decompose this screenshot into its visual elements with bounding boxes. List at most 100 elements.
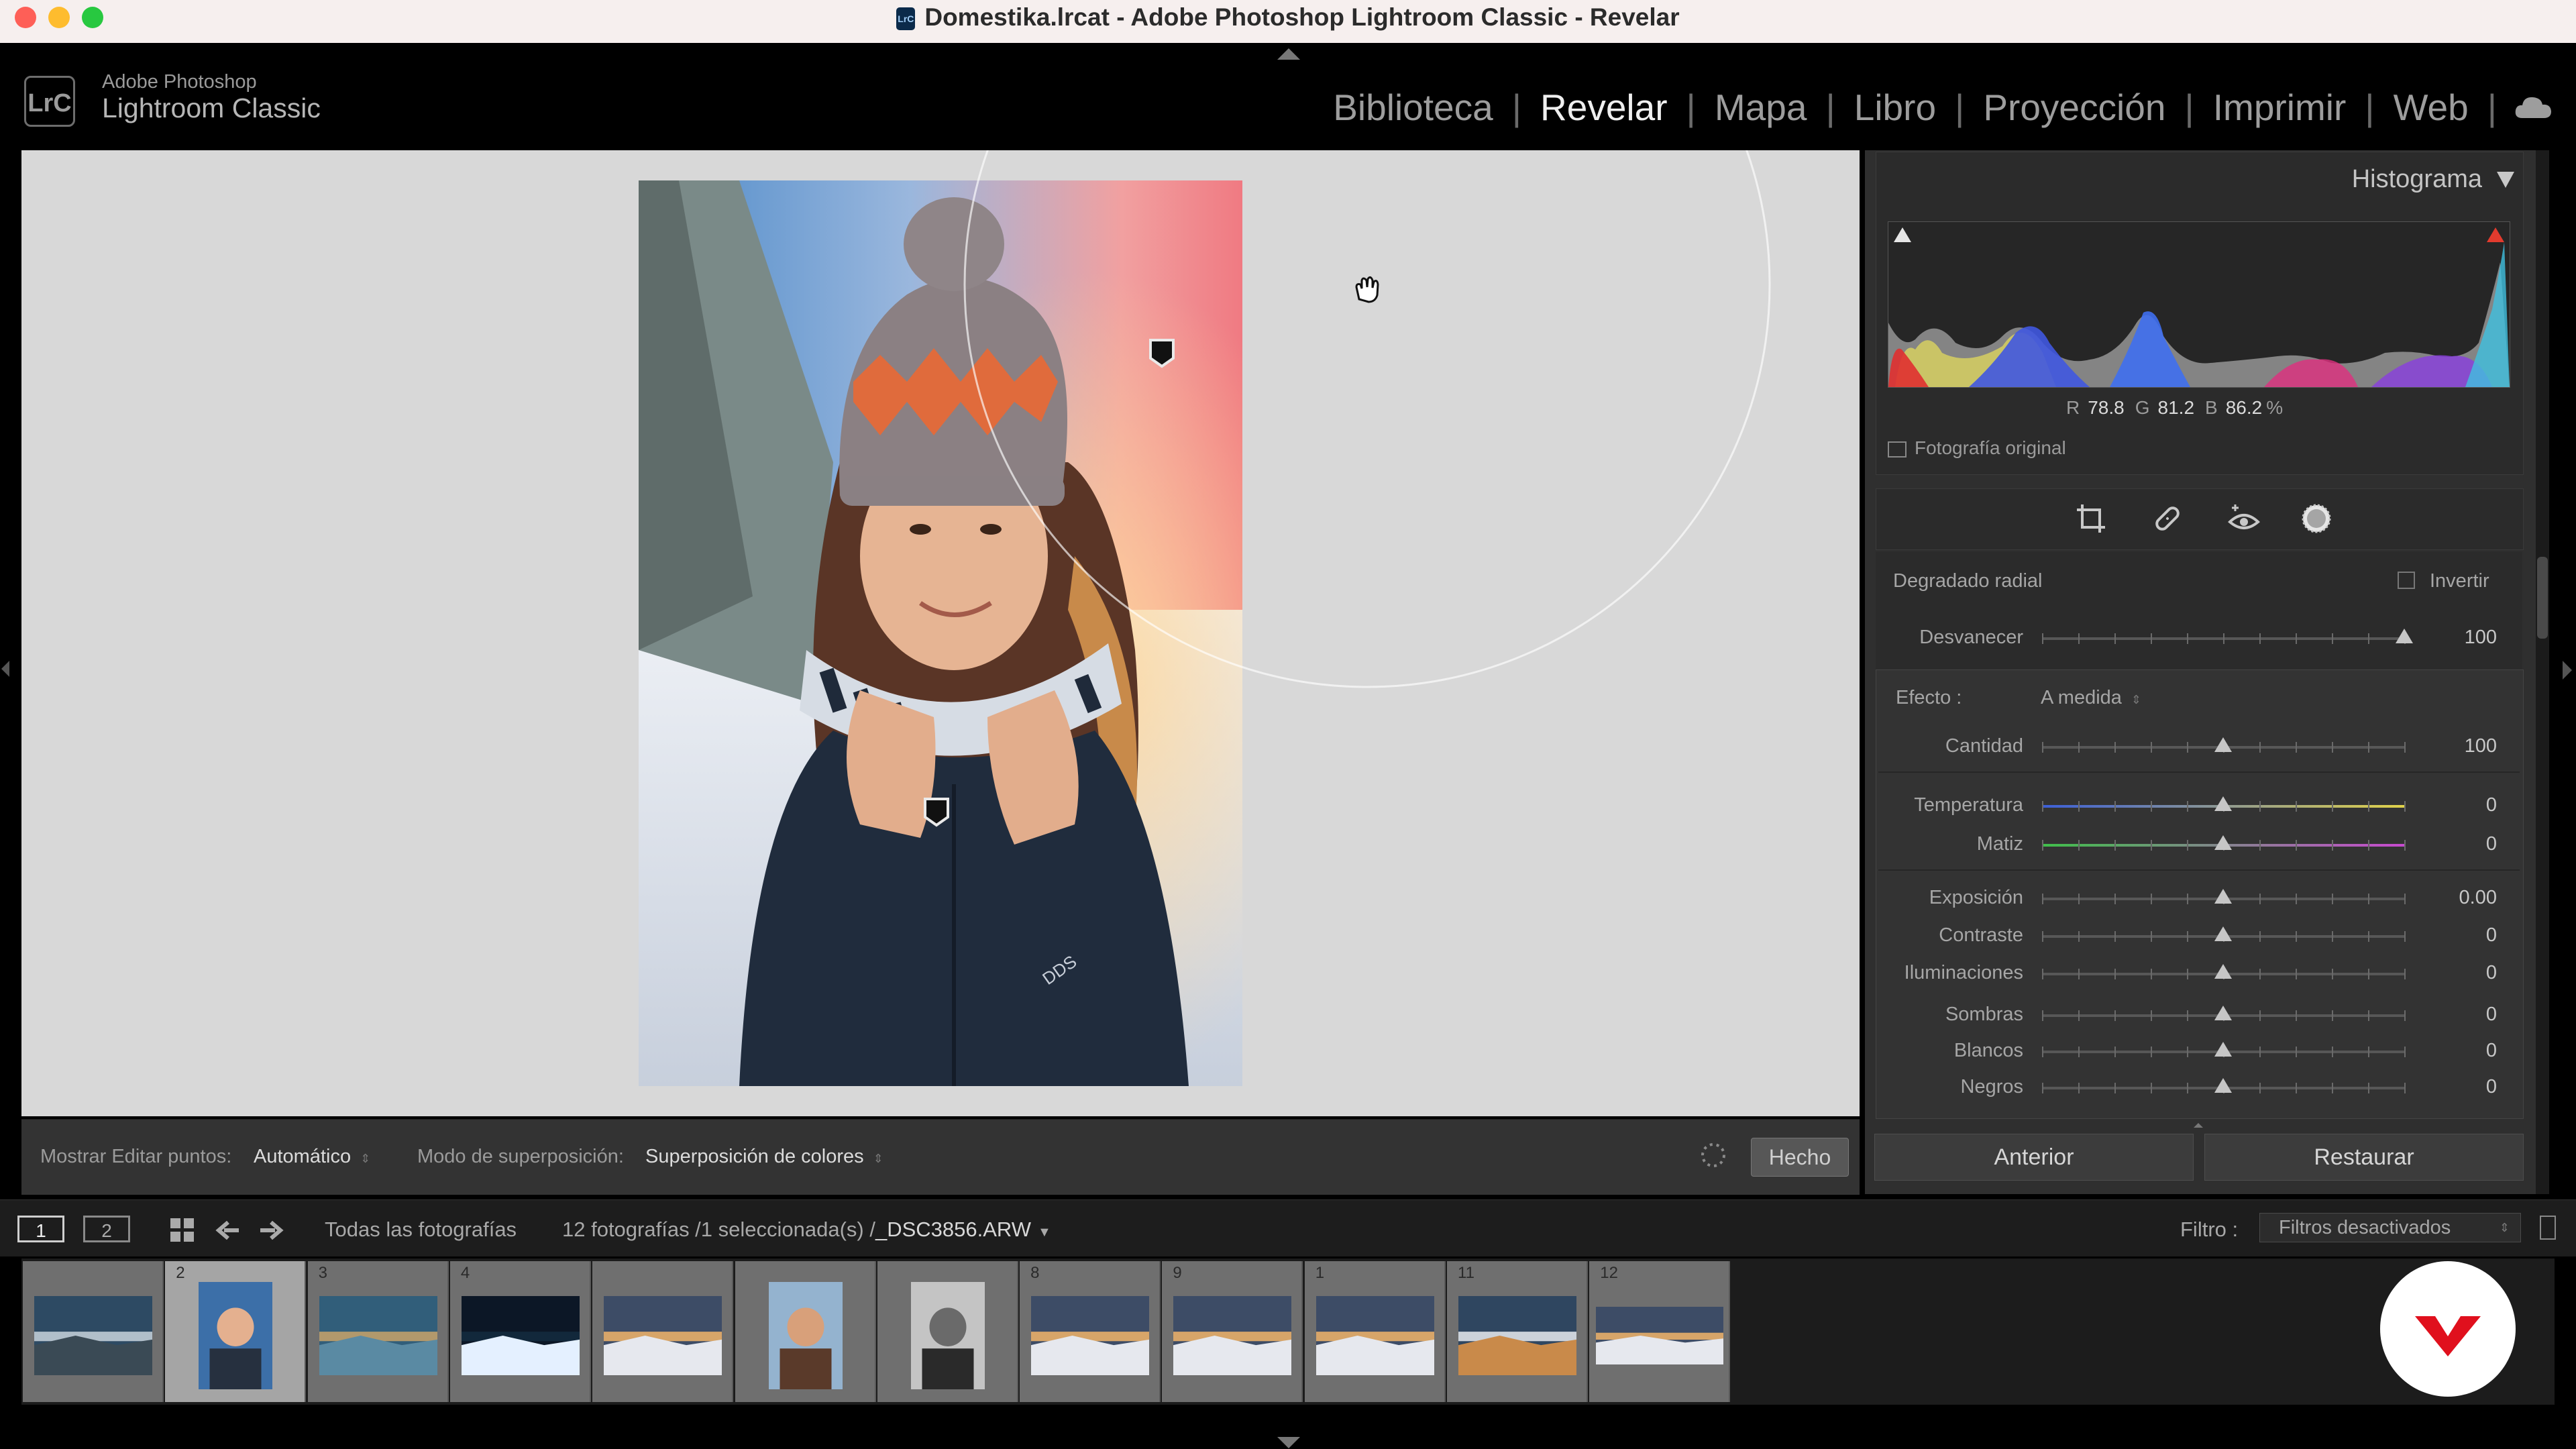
hide-right-panel-icon[interactable] (2563, 661, 2572, 680)
filmstrip-cell[interactable]: 8 (1020, 1261, 1161, 1402)
filter-lock-icon[interactable] (2540, 1216, 2556, 1240)
filmstrip-cell[interactable]: 9 (1162, 1261, 1303, 1402)
feather-slider-track[interactable] (2042, 633, 2406, 644)
masking-icon[interactable] (2298, 500, 2334, 537)
slider-thumb[interactable] (2214, 737, 2232, 752)
image-canvas[interactable]: DDS (21, 150, 1860, 1116)
slider-tick (2151, 633, 2152, 644)
slider-thumb[interactable] (2214, 1006, 2232, 1020)
filmstrip-cell-number: 11 (1458, 1264, 1474, 1282)
dropdown-caret-icon: ⇕ (2131, 693, 2142, 706)
module-proyeccion[interactable]: Proyección (1964, 86, 2184, 129)
slider-tick (2259, 840, 2261, 851)
brand-line-1: Adobe Photoshop (102, 71, 257, 93)
filmstrip-cell[interactable] (735, 1261, 876, 1402)
slider-label: Temperatura (1914, 794, 2023, 816)
feather-value[interactable]: 100 (2430, 627, 2497, 649)
slider-thumb[interactable] (2214, 926, 2232, 941)
reset-button[interactable]: Restaurar (2204, 1134, 2524, 1181)
slider-thumb[interactable] (2214, 889, 2232, 904)
filmstrip-cell[interactable]: 11 (1447, 1261, 1588, 1402)
shadow-clipping-indicator-icon[interactable] (1894, 227, 1911, 242)
effect-preset-dropdown[interactable]: A medida ⇕ (2041, 687, 2141, 709)
collapse-bottom-panel-icon[interactable] (1277, 1437, 1300, 1448)
slider-value[interactable]: 0 (2430, 924, 2497, 947)
filmstrip-source[interactable]: Todas las fotografías (325, 1218, 517, 1242)
filmstrip-cell[interactable]: 1 (1304, 1261, 1446, 1402)
histogram-title[interactable]: Histograma (2281, 165, 2482, 194)
slider-value[interactable]: 0 (2430, 1076, 2497, 1098)
filmstrip-thumbnail (1316, 1296, 1434, 1375)
filmstrip-cell[interactable] (23, 1261, 164, 1402)
grid-view-icon[interactable] (168, 1216, 197, 1245)
collapse-top-panel-icon[interactable] (1277, 48, 1300, 60)
slider-tick (2296, 931, 2297, 942)
slider-tick (2404, 1046, 2406, 1057)
original-photo-checkbox[interactable] (1888, 441, 1907, 458)
crop-icon[interactable] (2073, 500, 2109, 537)
module-imprimir[interactable]: Imprimir (2194, 86, 2365, 129)
slider-value[interactable]: 0 (2430, 794, 2497, 816)
right-panel-scrollbar[interactable] (2536, 150, 2549, 1194)
slider-tick (2078, 1046, 2080, 1057)
module-revelar[interactable]: Revelar (1521, 86, 1686, 129)
edit-pin-icon[interactable] (924, 798, 949, 827)
slider-thumb[interactable] (2214, 835, 2232, 850)
slider-value[interactable]: 0 (2430, 962, 2497, 984)
red-eye-icon[interactable] (2226, 500, 2262, 537)
filter-dropdown[interactable]: Filtros desactivados ⇕ (2259, 1213, 2521, 1242)
filmstrip-cell[interactable] (592, 1261, 734, 1402)
slider-thumb[interactable] (2214, 964, 2232, 979)
show-left-panel-icon[interactable] (1, 661, 9, 677)
filmstrip-cell[interactable]: 2 (165, 1261, 307, 1402)
edit-pin-icon[interactable] (1149, 339, 1175, 368)
dropdown-caret-icon[interactable]: ▼ (1038, 1225, 1051, 1240)
slider-tick (2114, 894, 2116, 904)
histogram-graph[interactable] (1888, 221, 2510, 388)
slider-value[interactable]: 0.00 (2430, 887, 2497, 909)
slider-tick (2151, 742, 2152, 753)
filmstrip-thumbnail (768, 1282, 843, 1389)
invert-checkbox[interactable] (2398, 572, 2415, 589)
dropdown-caret-icon: ⇕ (873, 1152, 883, 1165)
slider-thumb[interactable] (2214, 796, 2232, 811)
module-web[interactable]: Web (2375, 86, 2487, 129)
slider-tick (2078, 894, 2080, 904)
filmstrip-cell[interactable] (877, 1261, 1018, 1402)
filmstrip-cell[interactable]: 12 (1589, 1261, 1731, 1402)
filmstrip-cell-number: 2 (176, 1264, 185, 1282)
right-panel-scrollbar-thumb[interactable] (2537, 557, 2548, 639)
slider-value[interactable]: 0 (2430, 833, 2497, 855)
slider-value[interactable]: 100 (2430, 735, 2497, 757)
highlight-clipping-indicator-icon[interactable] (2487, 227, 2504, 242)
slider-value[interactable]: 0 (2430, 1040, 2497, 1062)
g-value: 81.2 (2157, 397, 2195, 418)
collapse-bottom-right-icon[interactable] (2194, 1123, 2203, 1128)
feather-slider-thumb[interactable] (2396, 629, 2413, 643)
slider-thumb[interactable] (2214, 1078, 2232, 1093)
slider-thumb[interactable] (2214, 1042, 2232, 1057)
forward-arrow-icon[interactable] (258, 1217, 284, 1244)
module-biblioteca[interactable]: Biblioteca (1314, 86, 1511, 129)
slider-tick (2042, 1010, 2043, 1021)
collapse-histogram-icon[interactable] (2497, 172, 2514, 188)
done-button[interactable]: Hecho (1751, 1138, 1849, 1177)
back-arrow-icon[interactable] (215, 1217, 241, 1244)
module-mapa[interactable]: Mapa (1696, 86, 1826, 129)
secondary-window-button[interactable]: 2 (83, 1216, 130, 1242)
module-libro[interactable]: Libro (1835, 86, 1955, 129)
slider-value[interactable]: 0 (2430, 1004, 2497, 1026)
filmstrip-cell[interactable]: 4 (449, 1261, 591, 1402)
module-picker: Biblioteca | Revelar | Mapa | Libro | Proyec… (1314, 86, 2553, 129)
overlay-mode-dropdown[interactable]: Superposición de colores ⇕ (645, 1146, 883, 1168)
healing-icon[interactable] (2149, 500, 2186, 537)
main-window-button[interactable]: 1 (17, 1216, 64, 1242)
cloud-sync-icon[interactable] (2513, 94, 2553, 121)
module-separator: | (1955, 87, 1965, 128)
radial-gradient-mask-overlay[interactable] (21, 150, 1860, 1116)
previous-button[interactable]: Anterior (1874, 1134, 2194, 1181)
slider-tick (2332, 801, 2333, 812)
show-edit-pins-dropdown[interactable]: Automático ⇕ (254, 1146, 370, 1168)
filmstrip-filename[interactable]: _DSC3856.ARW (875, 1218, 1031, 1241)
filmstrip-cell[interactable]: 3 (307, 1261, 449, 1402)
